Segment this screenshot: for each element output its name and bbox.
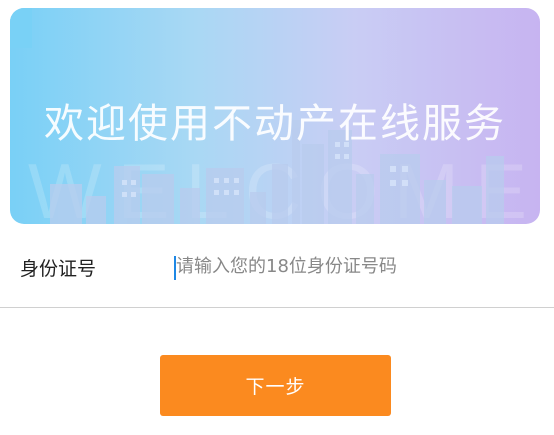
welcome-banner: WELCOME (10, 8, 540, 224)
next-step-button[interactable]: 下一步 (160, 355, 391, 416)
banner-title: 欢迎使用不动产在线服务 (44, 101, 506, 147)
field-divider (0, 307, 554, 308)
id-number-label: 身份证号 (20, 258, 97, 280)
page: WELCOME (0, 0, 554, 435)
text-cursor-indicator (174, 256, 176, 280)
id-number-row: 身份证号 (0, 242, 554, 290)
banner-corner-decoration (10, 8, 32, 48)
id-number-input[interactable] (174, 250, 534, 282)
